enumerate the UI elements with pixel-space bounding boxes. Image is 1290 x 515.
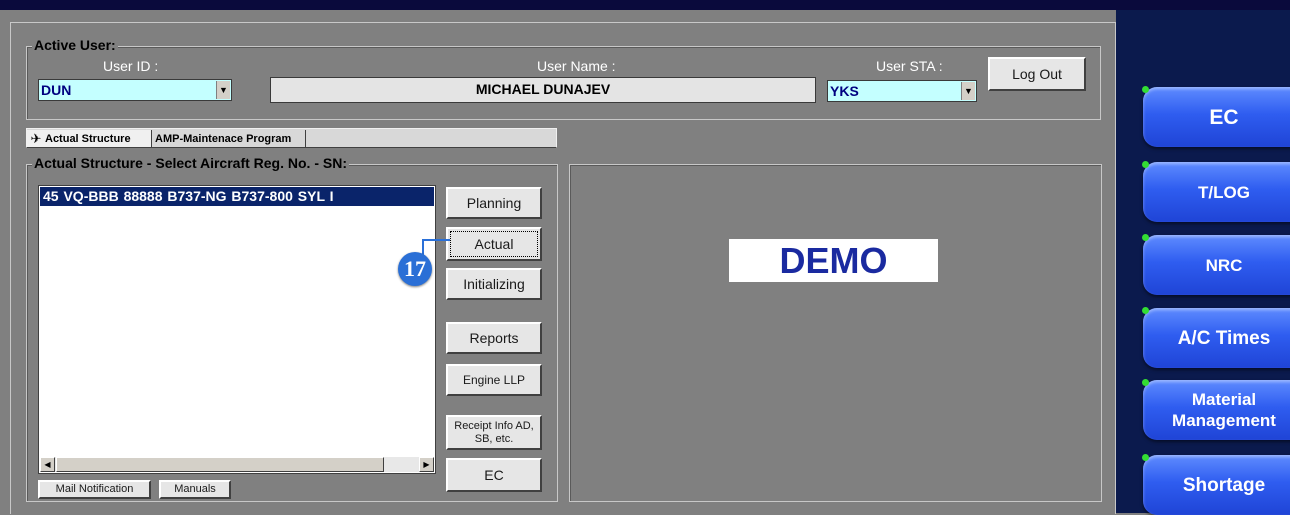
side-menu-ac-times-label: A/C Times bbox=[1177, 327, 1271, 349]
user-id-combo[interactable]: DUN ▼ bbox=[38, 79, 232, 101]
actual-button[interactable]: Actual bbox=[446, 227, 542, 261]
user-name-field: MICHAEL DUNAJEV bbox=[270, 77, 816, 103]
active-user-title: Active User: bbox=[32, 37, 118, 53]
aircraft-list[interactable]: 45 VQ-BBB 88888 B737-NG B737-800 SYL I ◀… bbox=[38, 185, 436, 474]
actual-structure-title: Actual Structure - Select Aircraft Reg. … bbox=[32, 155, 349, 171]
side-menu-tlog[interactable]: T/LOG bbox=[1142, 161, 1290, 222]
chevron-down-icon[interactable]: ▼ bbox=[961, 82, 975, 100]
tab-amp-maintenance[interactable]: AMP-Maintenace Program bbox=[153, 130, 306, 147]
user-id-value: DUN bbox=[41, 82, 72, 98]
side-menu-nrc-label: NRC bbox=[1205, 255, 1243, 275]
horizontal-scrollbar[interactable]: ◀ ▶ bbox=[40, 457, 434, 472]
side-menu-shortage[interactable]: Shortage bbox=[1142, 454, 1290, 515]
demo-watermark: DEMO bbox=[729, 239, 938, 282]
list-item[interactable]: 45 VQ-BBB 88888 B737-NG B737-800 SYL I bbox=[40, 187, 434, 206]
status-led-icon bbox=[1142, 307, 1149, 314]
status-led-icon bbox=[1142, 86, 1149, 93]
side-menu-ec-label: EC bbox=[1209, 105, 1239, 129]
side-menu-material-management[interactable]: Material Management bbox=[1142, 379, 1290, 440]
side-menu-ec[interactable]: EC bbox=[1142, 86, 1290, 147]
user-sta-label: User STA : bbox=[876, 58, 943, 74]
receipt-info-line2: SB, etc. bbox=[474, 432, 514, 445]
engine-llp-button[interactable]: Engine LLP bbox=[446, 364, 542, 396]
receipt-info-line1: Receipt Info AD, bbox=[454, 419, 534, 432]
tab-actual-structure-label: Actual Structure bbox=[45, 132, 131, 145]
side-menu-tlog-label: T/LOG bbox=[1198, 182, 1250, 202]
side-menu-ac-times[interactable]: A/C Times bbox=[1142, 307, 1290, 368]
display-panel bbox=[569, 164, 1102, 502]
aircraft-icon: ✈ bbox=[30, 130, 42, 146]
tab-actual-structure[interactable]: ✈ Actual Structure bbox=[27, 130, 152, 147]
ec-button[interactable]: EC bbox=[446, 458, 542, 492]
tab-strip: ✈ Actual Structure AMP-Maintenace Progra… bbox=[26, 128, 557, 148]
side-menu-nrc[interactable]: NRC bbox=[1142, 234, 1290, 295]
mail-notification-button[interactable]: Mail Notification bbox=[38, 480, 151, 499]
tab-amp-maintenance-label: AMP-Maintenace Program bbox=[155, 132, 292, 145]
side-menu-material-line2: Management bbox=[1172, 411, 1276, 430]
status-led-icon bbox=[1142, 379, 1149, 386]
planning-button[interactable]: Planning bbox=[446, 187, 542, 219]
scroll-thumb[interactable] bbox=[56, 457, 384, 472]
user-sta-value: YKS bbox=[830, 83, 859, 99]
side-menu-shortage-label: Shortage bbox=[1182, 474, 1266, 496]
top-title-bar bbox=[0, 0, 1290, 10]
reports-button[interactable]: Reports bbox=[446, 322, 542, 354]
status-led-icon bbox=[1142, 234, 1149, 241]
initializing-button[interactable]: Initializing bbox=[446, 268, 542, 300]
side-menu-material-line1: Material bbox=[1191, 390, 1257, 409]
scroll-right-icon[interactable]: ▶ bbox=[419, 457, 434, 472]
user-id-label: User ID : bbox=[103, 58, 159, 74]
scroll-left-icon[interactable]: ◀ bbox=[40, 457, 55, 472]
status-led-icon bbox=[1142, 454, 1149, 461]
callout-badge: 17 bbox=[398, 252, 432, 286]
chevron-down-icon[interactable]: ▼ bbox=[216, 81, 230, 99]
user-name-label: User Name : bbox=[537, 58, 616, 74]
manuals-button[interactable]: Manuals bbox=[159, 480, 231, 499]
logout-button[interactable]: Log Out bbox=[988, 57, 1086, 91]
status-led-icon bbox=[1142, 161, 1149, 168]
user-sta-combo[interactable]: YKS ▼ bbox=[827, 80, 977, 102]
receipt-info-button[interactable]: Receipt Info AD, SB, etc. bbox=[446, 415, 542, 450]
